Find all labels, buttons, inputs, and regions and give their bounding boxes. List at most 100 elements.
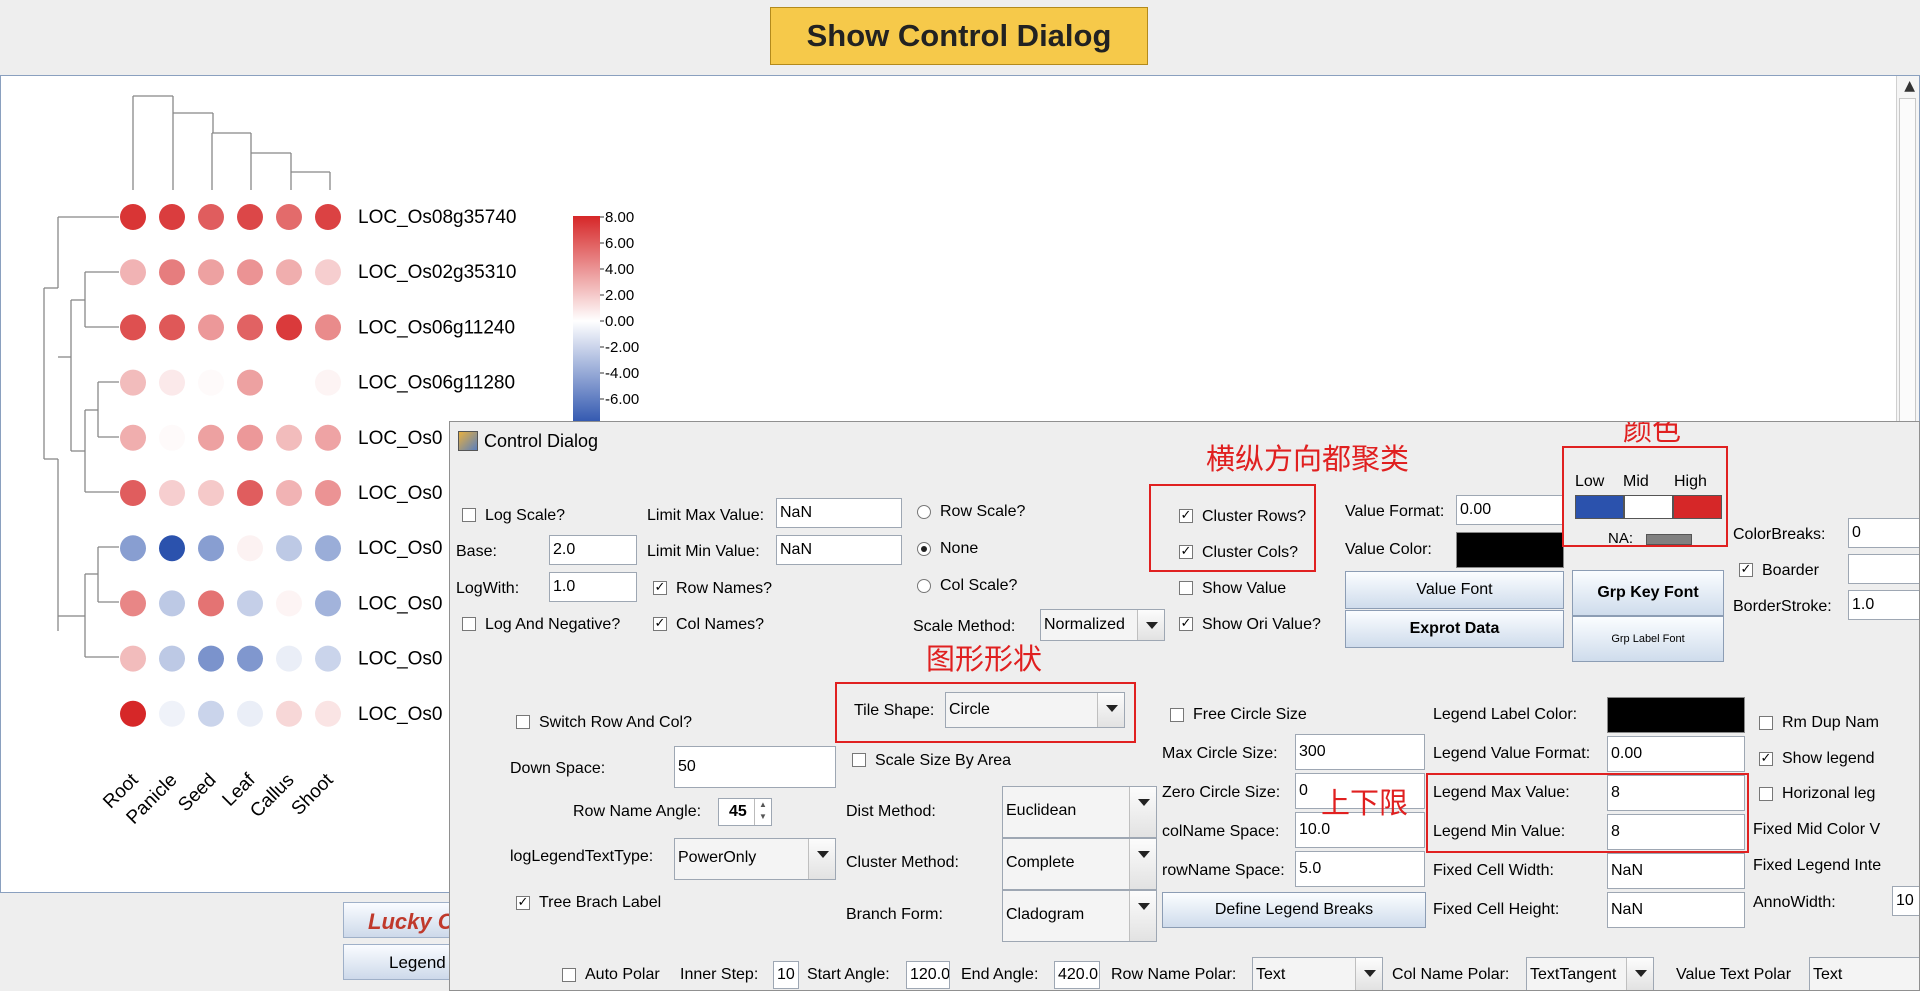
free-circle-size-checkbox[interactable] [1170,708,1184,722]
legend-tick-label: -6.00 [605,391,639,408]
limits-highlight-box [1426,773,1749,853]
border-stroke-input[interactable]: 1.0 [1848,590,1919,620]
rowname-space-input[interactable]: 5.0 [1295,851,1425,887]
color-highlight-box [1562,446,1728,547]
boarder-checkbox[interactable]: ✓ [1739,563,1753,577]
grp-label-font-button[interactable]: Grp Label Font [1572,616,1724,662]
boarder-input[interactable] [1848,554,1919,584]
lucky-tab-label: Lucky C [368,909,454,934]
colname-space-label: colName Space: [1162,823,1280,840]
legend-tick-label: -2.00 [605,339,639,356]
down-space-label: Down Space: [510,760,606,777]
show-ori-value-checkbox[interactable]: ✓ [1179,617,1193,631]
chevron-down-icon [1129,787,1156,837]
horizonal-legend-checkbox[interactable] [1759,787,1773,801]
legend-tab[interactable]: Legend [343,944,463,980]
heatmap-cell [120,590,146,617]
rm-dup-name-checkbox[interactable] [1759,716,1773,730]
row-label: LOC_Os02g35310 [358,262,516,283]
color-breaks-label: ColorBreaks: [1733,526,1826,543]
value-text-polar-select[interactable]: Text [1809,957,1919,990]
row-names-checkbox[interactable]: ✓ [653,581,667,595]
start-angle-input[interactable]: 120.0 [906,961,950,989]
tree-branch-label-checkbox[interactable]: ✓ [516,896,530,910]
cluster-method-value: Complete [1006,854,1075,871]
log-negative-checkbox[interactable] [462,617,476,631]
col-name-polar-select[interactable]: TextTangent [1526,957,1654,990]
col-names-checkbox[interactable]: ✓ [653,617,667,631]
value-text-polar-label: Value Text Polar [1676,966,1792,983]
switch-row-col-checkbox[interactable] [516,715,530,729]
limit-min-input[interactable]: NaN [776,535,902,565]
logwith-label: LogWith: [456,580,520,597]
heatmap-cell [198,204,224,230]
anno-width-input[interactable]: 10 [1892,886,1919,916]
dialog-titlebar[interactable]: Control Dialog [458,430,598,452]
down-space-input[interactable]: 50 [674,746,836,788]
color-breaks-input[interactable]: 0 [1848,518,1919,548]
horizonal-legend-label: Horizonal leg [1782,785,1876,802]
row-name-polar-select[interactable]: Text [1252,957,1383,990]
row-name-angle-label: Row Name Angle: [573,803,702,820]
end-angle-input[interactable]: 420.0 [1054,961,1100,989]
heatmap-cell [120,369,146,396]
value-format-input[interactable]: 0.00 [1456,495,1564,525]
legend-value-format-input[interactable]: 0.00 [1607,736,1745,772]
heatmap-cell [276,314,302,341]
cluster-method-label: Cluster Method: [846,854,959,871]
value-font-button[interactable]: Value Font [1345,571,1564,609]
heatmap-cell [276,480,302,506]
cluster-method-select[interactable]: Complete [1002,838,1157,890]
fixed-cell-height-input[interactable]: NaN [1607,892,1745,928]
row-name-angle-spinner[interactable]: 45 ▲ ▼ [718,798,772,826]
heatmap-cell [237,645,263,672]
dist-method-select[interactable]: Euclidean [1002,786,1157,838]
base-input[interactable]: 2.0 [549,535,637,565]
log-scale-checkbox[interactable] [462,508,476,522]
log-legend-value: PowerOnly [678,849,757,866]
scale-size-by-area-checkbox[interactable] [852,753,866,767]
scroll-up-arrow-icon[interactable]: ▲ [1904,78,1915,94]
spinner-arrows-icon[interactable]: ▲ ▼ [754,799,771,825]
inner-step-input[interactable]: 10 [773,961,799,989]
scale-method-select[interactable]: Normalized [1040,609,1165,641]
logwith-input[interactable]: 1.0 [549,572,637,602]
show-legend-checkbox[interactable]: ✓ [1759,752,1773,766]
dist-method-label: Dist Method: [846,803,936,820]
heatmap-cell [198,369,224,396]
col-scale-radio[interactable] [917,579,931,593]
value-color-label: Value Color: [1345,541,1432,558]
branch-form-select[interactable]: Cladogram [1002,890,1157,942]
col-names-label: Col Names? [676,616,765,633]
row-scale-radio[interactable] [917,505,931,519]
legend-tick-label: -4.00 [605,365,639,382]
value-color-swatch[interactable] [1456,532,1564,568]
log-negative-label: Log And Negative? [485,616,621,633]
heatmap-cell [315,204,341,230]
fixed-cell-width-input[interactable]: NaN [1607,853,1745,889]
none-scale-radio[interactable] [917,542,931,556]
define-legend-breaks-button[interactable]: Define Legend Breaks [1162,892,1426,928]
limit-max-input[interactable]: NaN [776,498,902,528]
fixed-legend-interval-label: Fixed Legend Inte [1753,857,1882,874]
heatmap-cell [276,535,302,562]
heatmap-cell [315,590,341,617]
row-label: LOC_Os0 [358,538,442,559]
limit-min-label: Limit Min Value: [647,543,760,560]
show-value-checkbox[interactable] [1179,581,1193,595]
legend-label-color-swatch[interactable] [1607,697,1745,733]
log-legend-select[interactable]: PowerOnly [674,838,836,880]
show-legend-label: Show legend [1782,750,1875,767]
heatmap-cell [276,369,302,396]
row-label: LOC_Os08g35740 [358,207,516,228]
export-data-button[interactable]: Exprot Data [1345,610,1564,648]
heatmap-cell [120,314,146,341]
heatmap-cell [237,590,263,617]
show-control-dialog-button[interactable]: Show Control Dialog [770,7,1148,65]
auto-polar-checkbox[interactable] [562,968,576,982]
grp-key-font-button[interactable]: Grp Key Font [1572,570,1724,616]
legend-tick-label: 6.00 [605,235,634,252]
heatmap-cell [237,535,263,562]
lucky-tab[interactable]: Lucky C [343,902,463,938]
max-circle-input[interactable]: 300 [1295,734,1425,770]
